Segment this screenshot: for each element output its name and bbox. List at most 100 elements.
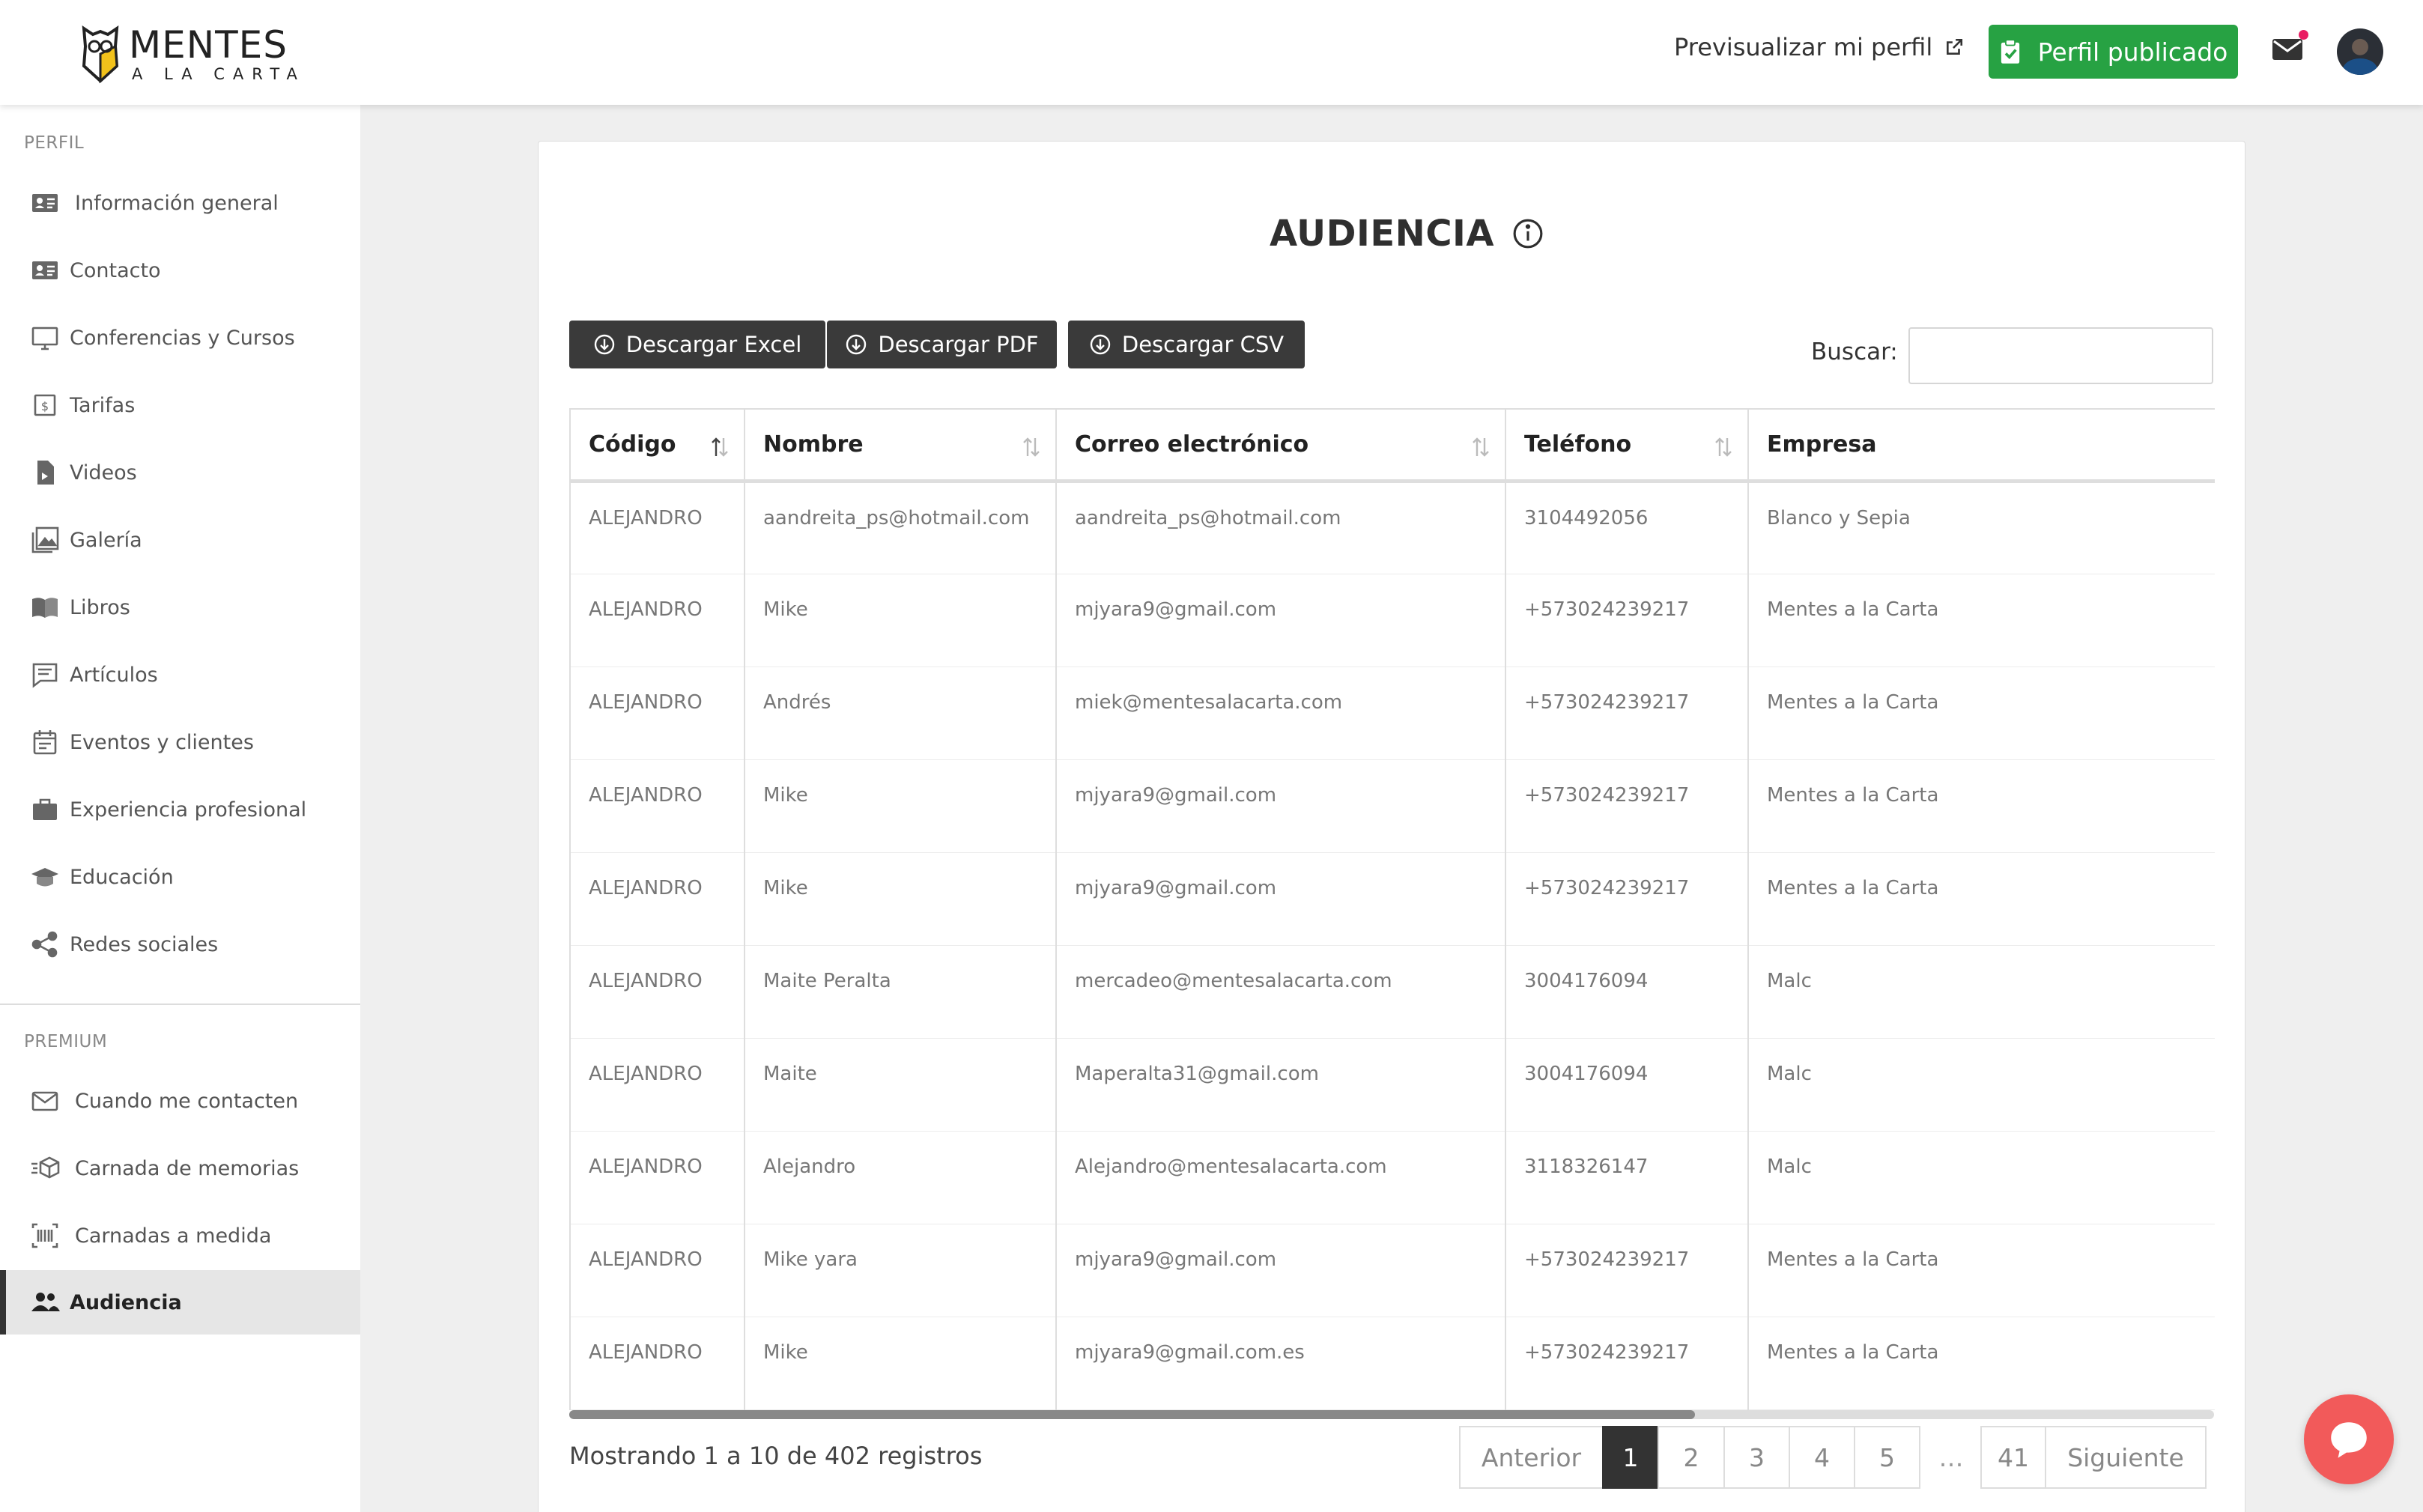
pagination-page[interactable]: 4 [1789,1426,1855,1489]
article-icon [28,658,61,691]
search-input[interactable] [1908,327,2213,384]
envelope-icon [2272,39,2302,60]
sidebar-item-carnada-memorias[interactable]: Carnada de memorias [0,1136,360,1200]
cell-telefono: +573024239217 [1505,667,1749,760]
download-csv-label: Descargar CSV [1121,332,1285,357]
sidebar-item-carnadas-medida[interactable]: Carnadas a medida [0,1203,360,1268]
download-pdf-label: Descargar PDF [878,332,1039,357]
cell-codigo: ALEJANDRO [569,1131,745,1224]
cell-correo: mjyara9@gmail.com [1055,759,1506,853]
sidebar-item-audiencia[interactable]: Audiencia [0,1270,360,1335]
column-header-label: Teléfono [1524,431,1632,458]
cell-correo: mjyara9@gmail.com [1055,574,1506,667]
column-header-telefono[interactable]: Teléfono [1505,408,1749,483]
horizontal-scrollbar[interactable] [569,1410,2214,1419]
sidebar-item-articulos[interactable]: Artículos [0,643,360,707]
pagination-page[interactable]: 2 [1658,1426,1725,1489]
sidebar-item-label: Redes sociales [70,932,219,956]
user-avatar[interactable] [2337,28,2383,75]
search-label: Buscar: [1811,338,1898,365]
sidebar-item-label: Libros [70,595,130,619]
sidebar-item-experiencia[interactable]: Experiencia profesional [0,777,360,842]
sidebar-item-libros[interactable]: Libros [0,575,360,640]
scrollbar-thumb[interactable] [569,1410,1695,1419]
table-info: Mostrando 1 a 10 de 402 registros [569,1442,983,1470]
section-label-profile: PERFIL [24,133,85,153]
money-icon: $ [28,389,61,422]
cell-nombre: aandreita_ps@hotmail.com [744,481,1057,574]
column-header-label: Nombre [763,431,864,458]
sidebar-item-conferencias[interactable]: Conferencias y Cursos [0,306,360,370]
sidebar-divider [0,1004,360,1005]
logo-subtitle: A LA CARTA [132,64,306,83]
download-circle-icon [1090,334,1111,355]
owl-logo-icon [82,25,119,84]
table-row: ALEJANDRO Mike mjyara9@gmail.com +573024239… [569,852,2215,946]
cell-nombre: Alejandro [744,1131,1057,1224]
cell-telefono: 3004176094 [1505,945,1749,1039]
sidebar-item-label: Educación [70,865,174,889]
info-icon[interactable] [1512,218,1544,249]
notification-dot [2299,30,2308,40]
sidebar-item-cuando-me-contacten[interactable]: Cuando me contacten [0,1069,360,1133]
table-row: ALEJANDRO Andrés miek@mentesalacarta.com +5… [569,667,2215,760]
presentation-icon [28,321,61,354]
sort-icon [1023,437,1040,457]
download-pdf-button[interactable]: Descargar PDF [827,321,1057,368]
sidebar-item-label: Tarifas [70,393,136,417]
sidebar-item-tarifas[interactable]: $ Tarifas [0,373,360,437]
cell-nombre: Mike [744,852,1057,946]
video-file-icon [28,456,61,489]
sort-icon [712,437,728,457]
cell-telefono: +573024239217 [1505,1224,1749,1317]
cell-empresa: Malc [1747,945,2215,1039]
sidebar-item-label: Conferencias y Cursos [70,326,295,350]
download-csv-button[interactable]: Descargar CSV [1068,321,1305,368]
column-header-label: Correo electrónico [1075,431,1309,458]
external-link-icon [1947,38,1963,55]
contact-card-icon [28,254,61,287]
pagination-page[interactable]: 5 [1854,1426,1920,1489]
cell-correo: miek@mentesalacarta.com [1055,667,1506,760]
pagination-page[interactable]: 3 [1723,1426,1790,1489]
column-header-codigo[interactable]: Código [569,408,745,483]
sidebar-item-label: Audiencia [70,1290,182,1314]
pagination-previous[interactable]: Anterior [1459,1426,1604,1489]
pagination-next[interactable]: Siguiente [2045,1426,2207,1489]
cell-correo: mercadeo@mentesalacarta.com [1055,945,1506,1039]
sidebar-item-label: Eventos y clientes [70,730,254,754]
chat-button[interactable] [2304,1394,2394,1484]
sidebar-item-educacion[interactable]: Educación [0,845,360,909]
table-header-row: Código Nombre Correo electrónico Teléfon… [569,408,2215,483]
sidebar-item-eventos[interactable]: Eventos y clientes [0,710,360,774]
cell-codigo: ALEJANDRO [569,1038,745,1132]
cell-nombre: Mike [744,574,1057,667]
sidebar-item-videos[interactable]: Videos [0,440,360,505]
column-header-correo[interactable]: Correo electrónico [1055,408,1506,483]
download-excel-button[interactable]: Descargar Excel [569,321,825,368]
column-header-empresa[interactable]: Empresa [1747,408,2215,483]
sidebar-item-galeria[interactable]: Galería [0,508,360,572]
profile-published-button[interactable]: Perfil publicado [1989,25,2238,79]
preview-profile-link[interactable]: Previsualizar mi perfil [1674,33,1964,61]
pagination-page-last[interactable]: 41 [1980,1426,2046,1489]
sidebar-item-informacion-general[interactable]: Información general [0,171,360,235]
sidebar-item-contacto[interactable]: Contacto [0,238,360,303]
section-label-premium: PREMIUM [24,1032,108,1051]
envelope-icon [28,1084,61,1117]
sidebar-item-label: Galería [70,528,142,552]
cell-nombre: Andrés [744,667,1057,760]
pagination-ellipsis: … [1920,1426,1982,1489]
logo[interactable]: MENTES A LA CARTA [79,22,306,85]
column-header-nombre[interactable]: Nombre [744,408,1057,483]
table-row: ALEJANDRO Alejandro Alejandro@mentesalacar… [569,1131,2215,1224]
cell-telefono: +573024239217 [1505,759,1749,853]
pagination-page[interactable]: 1 [1602,1426,1659,1489]
cell-correo: mjyara9@gmail.com [1055,1224,1506,1317]
messages-button[interactable] [2271,30,2308,64]
cell-nombre: Mike yara [744,1224,1057,1317]
sort-icon [1715,437,1732,457]
sidebar-item-redes-sociales[interactable]: Redes sociales [0,912,360,977]
book-icon [28,591,61,624]
table-row: ALEJANDRO Mike yara mjyara9@gmail.com +5730… [569,1224,2215,1317]
